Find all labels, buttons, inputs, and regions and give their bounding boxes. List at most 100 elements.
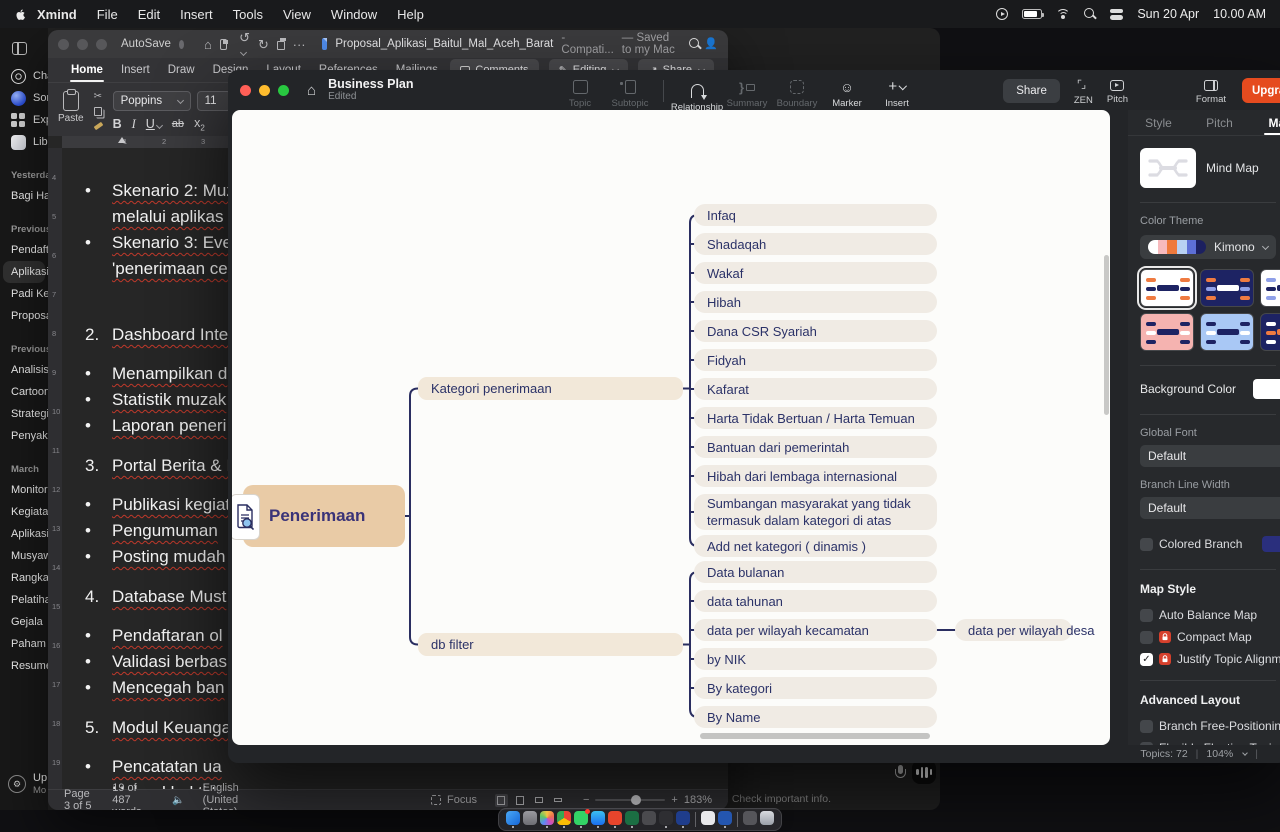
dock-app-icon[interactable] xyxy=(701,811,715,825)
dock-app-icon[interactable] xyxy=(540,811,554,825)
web-layout-view-button[interactable] xyxy=(533,794,546,807)
vertical-scrollbar[interactable] xyxy=(1104,255,1109,415)
print-layout-view-button[interactable] xyxy=(495,794,508,807)
search-icon[interactable] xyxy=(689,38,696,50)
share-profile-icon[interactable]: 👤 xyxy=(704,39,718,50)
dock-item[interactable] xyxy=(701,811,715,829)
color-theme-select[interactable]: Kimono xyxy=(1140,235,1276,259)
map-branch-topic[interactable]: Kategori penerimaan xyxy=(418,377,683,400)
outline-view-button[interactable] xyxy=(552,794,565,807)
focus-toggle[interactable]: Focus xyxy=(431,794,477,806)
sidebar-history-item[interactable]: Monitori xyxy=(0,479,48,501)
panel-tab[interactable]: Style xyxy=(1128,110,1189,135)
checkbox[interactable]: ✓ xyxy=(1140,653,1153,666)
zoom-in-button[interactable]: + xyxy=(671,794,677,806)
ribbon-tab[interactable]: Home xyxy=(62,58,112,82)
font-size-select[interactable]: 11 xyxy=(197,91,231,111)
dock-item[interactable] xyxy=(737,812,738,827)
zoom-button[interactable] xyxy=(96,39,107,50)
dock-item[interactable] xyxy=(676,811,690,829)
sidebar-nav-item[interactable]: Lib xyxy=(0,131,48,153)
sidebar-history-item[interactable]: Pendafta xyxy=(0,239,48,261)
attachment-icon[interactable] xyxy=(232,494,260,540)
dock-item[interactable] xyxy=(625,811,639,829)
theme-thumbnail[interactable] xyxy=(1200,313,1254,351)
bold-button[interactable]: B xyxy=(113,117,122,131)
map-root-topic[interactable]: Penerimaan xyxy=(243,485,405,547)
sidebar-history-item[interactable]: Penyakit xyxy=(0,425,48,447)
home-icon[interactable]: ⌂ xyxy=(204,38,212,51)
menu-item[interactable]: Tools xyxy=(223,7,273,22)
dock-app-icon[interactable] xyxy=(743,811,757,825)
global-font-select[interactable]: Default xyxy=(1140,445,1280,467)
sidebar-history-item[interactable]: Rangkai xyxy=(0,567,48,589)
sidebar-history-item[interactable]: Analisis xyxy=(0,359,48,381)
checkbox[interactable]: ✓ xyxy=(1140,609,1153,622)
map-topic[interactable]: Wakaf xyxy=(694,262,937,284)
dock-app-icon[interactable] xyxy=(506,811,520,825)
map-style-option[interactable]: ✓ Justify Topic Alignment xyxy=(1140,648,1276,670)
underline-button[interactable]: U xyxy=(146,117,162,131)
toolbar-button[interactable]: Marker xyxy=(824,74,870,109)
zoom-button[interactable] xyxy=(278,85,289,96)
italic-button[interactable]: I xyxy=(132,117,136,132)
minimize-button[interactable] xyxy=(77,39,88,50)
dock-item[interactable] xyxy=(506,811,520,829)
theme-thumbnail[interactable] xyxy=(1140,313,1194,351)
branch-color-swatch[interactable] xyxy=(1262,536,1280,552)
sidebar-history-item[interactable]: Proposa xyxy=(0,305,48,327)
map-topic[interactable]: Data bulanan xyxy=(694,561,937,583)
menu-item[interactable]: Xmind xyxy=(27,7,87,22)
dock-app-icon[interactable] xyxy=(659,811,673,825)
redo-icon[interactable]: ↻ xyxy=(258,38,269,51)
colored-branch-row[interactable]: ✓ Colored Branch xyxy=(1140,533,1276,555)
apple-icon[interactable] xyxy=(14,8,27,21)
toolbar-button[interactable] xyxy=(663,80,664,102)
background-color-swatch[interactable] xyxy=(1253,379,1280,399)
map-topic[interactable]: Add net kategori ( dinamis ) xyxy=(694,535,937,557)
sidebar-history-item[interactable]: Strategi xyxy=(0,403,48,425)
toolbar-button[interactable]: Summary xyxy=(724,74,770,109)
map-style-option[interactable]: ✓ Auto Balance Map xyxy=(1140,604,1276,626)
pitch-button[interactable]: Pitch xyxy=(1107,74,1128,105)
voice-mode-button[interactable] xyxy=(912,760,936,784)
toolbar-button[interactable]: Insert xyxy=(874,74,920,109)
map-title[interactable]: Business Plan xyxy=(328,77,413,91)
read-mode-view-button[interactable] xyxy=(514,794,527,807)
word-count[interactable]: 19 of 487 words xyxy=(112,782,154,810)
map-topic[interactable]: Infaq xyxy=(694,204,937,226)
dock-app-icon[interactable] xyxy=(591,811,605,825)
sidebar-history-item[interactable]: Musyawa xyxy=(0,545,48,567)
sidebar-history-item[interactable]: Aplikasi xyxy=(0,523,48,545)
panel-tab[interactable]: Pitch xyxy=(1189,110,1250,135)
horizontal-scrollbar[interactable] xyxy=(700,733,930,739)
ribbon-tab[interactable]: Insert xyxy=(112,58,159,82)
paste-button[interactable]: Paste xyxy=(58,89,84,130)
print-icon[interactable] xyxy=(277,41,285,50)
dock-item[interactable] xyxy=(743,811,757,829)
sidebar-history-item[interactable]: Kegiatan xyxy=(0,501,48,523)
dock-app-icon[interactable] xyxy=(760,811,774,825)
sidebar-nav-item[interactable]: Sor xyxy=(0,87,48,109)
format-button[interactable]: Format xyxy=(1196,74,1226,105)
colored-branch-checkbox[interactable]: ✓ xyxy=(1140,538,1153,551)
map-topic[interactable]: Bantuan dari pemerintah xyxy=(694,436,937,458)
menu-item[interactable]: Edit xyxy=(128,7,170,22)
map-topic[interactable]: data tahunan xyxy=(694,590,937,612)
minimize-button[interactable] xyxy=(259,85,270,96)
theme-thumbnail[interactable] xyxy=(1260,313,1280,351)
dock-item[interactable] xyxy=(608,811,622,829)
dock-app-icon[interactable] xyxy=(523,811,537,825)
battery-icon[interactable] xyxy=(1022,9,1042,19)
dock-app-icon[interactable] xyxy=(718,811,732,825)
sidebar-history-item[interactable]: Resume xyxy=(0,655,48,677)
dock-item[interactable] xyxy=(574,811,588,829)
autosave-toggle[interactable] xyxy=(179,40,184,49)
undo-icon[interactable]: ↺ xyxy=(239,31,250,57)
control-center-icon[interactable] xyxy=(1110,8,1123,21)
map-topic[interactable]: Hibah xyxy=(694,291,937,313)
branch-line-width-select[interactable]: Default xyxy=(1140,497,1280,519)
toolbar-button[interactable]: Subtopic xyxy=(607,74,653,109)
more-commands-icon[interactable]: ··· xyxy=(293,38,306,51)
canvas-zoom-level[interactable]: 104% xyxy=(1206,748,1233,760)
